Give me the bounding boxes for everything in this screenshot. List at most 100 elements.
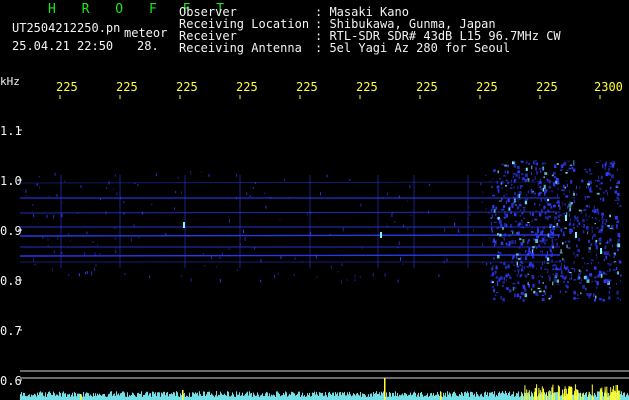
noise-speck xyxy=(547,268,549,271)
level-bar xyxy=(279,394,280,400)
level-bar xyxy=(219,395,220,400)
noise-speck xyxy=(397,247,399,249)
level-bar xyxy=(216,391,217,400)
burst-speck xyxy=(592,209,594,213)
burst-speck xyxy=(603,219,605,221)
level-bar xyxy=(187,396,188,400)
noise-speck xyxy=(564,203,566,206)
burst-speck xyxy=(548,211,551,213)
burst-speck xyxy=(596,286,598,289)
burst-speck xyxy=(527,273,530,275)
level-bar xyxy=(377,394,378,400)
level-bar xyxy=(209,391,210,400)
level-bar xyxy=(325,392,326,400)
burst-speck xyxy=(555,273,558,277)
burst-speck xyxy=(613,269,616,271)
burst-speck xyxy=(523,288,527,292)
noise-speck xyxy=(428,183,430,187)
level-bar xyxy=(352,395,353,400)
noise-speck xyxy=(540,275,542,277)
burst-speck xyxy=(602,299,605,302)
burst-speck xyxy=(562,188,566,192)
burst-speck xyxy=(572,192,575,196)
burst-speck xyxy=(595,245,598,250)
level-bar xyxy=(439,396,440,400)
noise-speck xyxy=(459,231,461,233)
level-bar xyxy=(339,392,340,400)
burst-speck xyxy=(599,229,603,233)
level-bar xyxy=(466,393,467,400)
burst-speck xyxy=(565,172,568,174)
noise-speck xyxy=(249,195,251,197)
level-bar xyxy=(157,392,158,400)
burst-speck xyxy=(569,272,572,274)
burst-speck xyxy=(608,290,610,295)
burst-speck xyxy=(617,192,620,196)
burst-speck xyxy=(541,167,544,170)
burst-speck xyxy=(556,224,558,227)
level-bar xyxy=(261,394,262,400)
burst-speck xyxy=(505,179,508,181)
level-spike xyxy=(588,391,590,400)
burst-speck xyxy=(567,160,570,162)
level-spike xyxy=(538,388,540,400)
burst-speck xyxy=(590,180,592,185)
level-bar xyxy=(340,392,341,400)
bright-ping xyxy=(183,222,185,228)
level-bar xyxy=(20,394,21,400)
burst-speck xyxy=(581,179,584,183)
level-bar xyxy=(120,393,121,400)
level-bar xyxy=(432,395,433,400)
burst-speck xyxy=(589,273,593,277)
noise-speck xyxy=(494,270,496,275)
noise-speck xyxy=(578,209,579,211)
burst-speck xyxy=(586,293,589,296)
noise-speck xyxy=(120,196,122,200)
level-bar xyxy=(85,393,86,400)
burst-speck xyxy=(543,206,545,209)
burst-speck xyxy=(538,280,540,284)
level-bar xyxy=(313,392,314,400)
burst-speck xyxy=(570,180,573,184)
noise-speck xyxy=(138,236,140,239)
level-bar xyxy=(408,395,409,400)
level-bar xyxy=(350,394,351,400)
burst-speck xyxy=(600,224,604,229)
noise-speck xyxy=(246,192,248,195)
burst-speck xyxy=(561,270,563,275)
burst-speck xyxy=(557,200,560,204)
noise-speck xyxy=(47,245,49,248)
level-bar xyxy=(197,392,198,400)
level-bar xyxy=(287,396,288,400)
noise-speck xyxy=(517,186,519,190)
level-bar xyxy=(167,392,168,400)
burst-speck xyxy=(613,255,615,259)
burst-speck xyxy=(566,183,568,188)
noise-speck xyxy=(402,224,404,227)
level-bar xyxy=(63,391,64,400)
noise-speck xyxy=(270,196,272,200)
burst-speck xyxy=(492,194,496,197)
burst-speck xyxy=(568,203,572,208)
level-bar xyxy=(58,395,59,400)
level-bar xyxy=(218,394,219,400)
level-bar xyxy=(98,394,99,400)
level-bar xyxy=(304,395,305,400)
level-bar xyxy=(273,394,274,400)
level-bar xyxy=(312,392,313,400)
level-bar xyxy=(288,395,289,400)
burst-speck xyxy=(590,186,592,190)
burst-speck xyxy=(520,256,522,260)
burst-speck xyxy=(617,241,620,243)
level-bar xyxy=(389,391,390,400)
noise-speck xyxy=(504,210,506,213)
burst-speck xyxy=(521,177,525,180)
level-spike xyxy=(557,385,559,400)
level-bar xyxy=(472,392,473,400)
burst-speck xyxy=(525,224,528,226)
level-bar xyxy=(415,392,416,400)
level-bar xyxy=(53,391,54,400)
noise-speck xyxy=(97,244,98,246)
burst-speck xyxy=(496,226,500,229)
burst-speck xyxy=(501,208,505,211)
